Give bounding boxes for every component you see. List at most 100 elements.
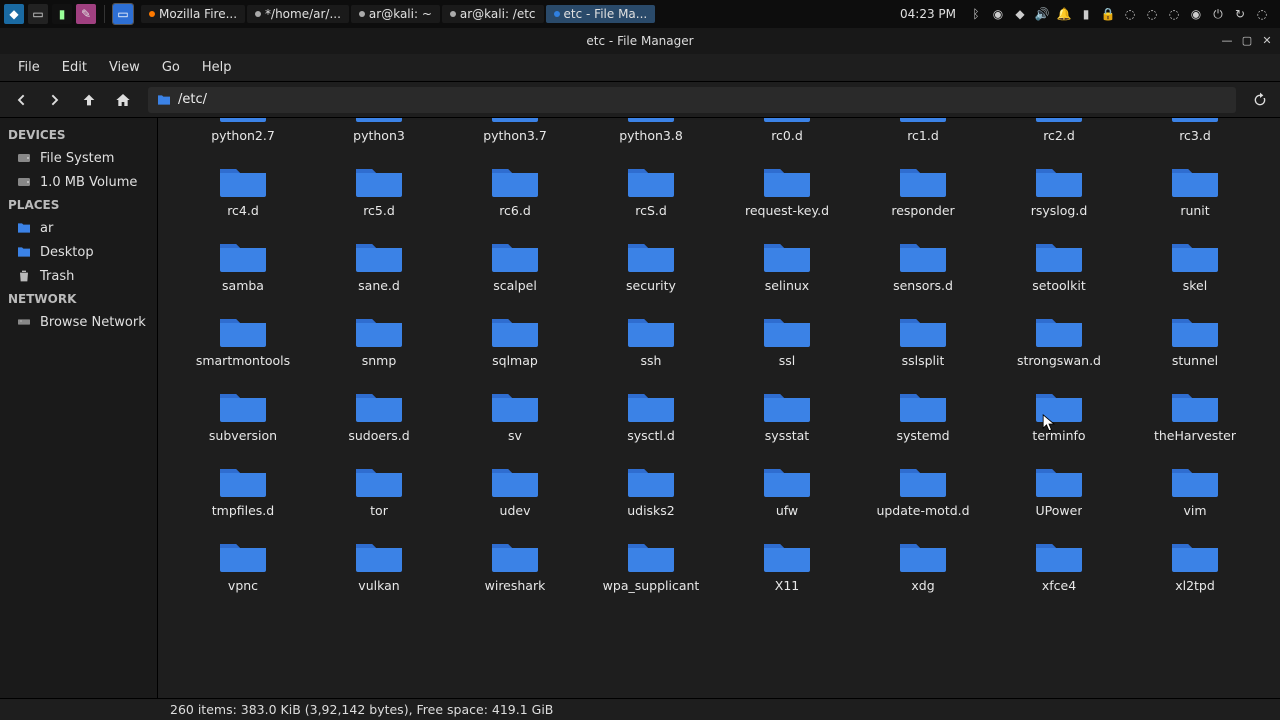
notification-icon[interactable]: 🔔 bbox=[1056, 6, 1072, 22]
terminal-launcher-icon[interactable]: ▮ bbox=[52, 4, 72, 24]
folder-X11[interactable]: X11 bbox=[722, 532, 852, 601]
taskbar-task[interactable]: */home/ar/... bbox=[247, 5, 349, 23]
folder-tor[interactable]: tor bbox=[314, 457, 444, 526]
tray-icon-1[interactable]: ◌ bbox=[1122, 6, 1138, 22]
folder-subversion[interactable]: subversion bbox=[178, 382, 308, 451]
folder-tmpfiles-d[interactable]: tmpfiles.d bbox=[178, 457, 308, 526]
taskbar-task[interactable]: etc - File Ma... bbox=[546, 5, 656, 23]
menu-file[interactable]: File bbox=[8, 56, 50, 79]
folder-xl2tpd[interactable]: xl2tpd bbox=[1130, 532, 1260, 601]
folder-ssl[interactable]: ssl bbox=[722, 307, 852, 376]
tray-icon-5[interactable]: ◌ bbox=[1254, 6, 1270, 22]
sidebar-item-ar[interactable]: ar bbox=[0, 216, 157, 240]
tray-icon-4[interactable]: ◉ bbox=[1188, 6, 1204, 22]
folder-rc0-d[interactable]: rc0.d bbox=[722, 118, 852, 151]
folder-skel[interactable]: skel bbox=[1130, 232, 1260, 301]
sidebar-item-browse-network[interactable]: Browse Network bbox=[0, 310, 157, 334]
home-button[interactable] bbox=[108, 86, 138, 114]
folder-rc3-d[interactable]: rc3.d bbox=[1130, 118, 1260, 151]
folder-sysctl-d[interactable]: sysctl.d bbox=[586, 382, 716, 451]
folder-python3[interactable]: python3 bbox=[314, 118, 444, 151]
kali-menu-icon[interactable]: ◆ bbox=[4, 4, 24, 24]
bluetooth-icon[interactable]: ᛒ bbox=[968, 6, 984, 22]
folder-xdg[interactable]: xdg bbox=[858, 532, 988, 601]
taskbar-task[interactable]: ar@kali: ~ bbox=[351, 5, 440, 23]
folder-strongswan-d[interactable]: strongswan.d bbox=[994, 307, 1124, 376]
reload-button[interactable] bbox=[1246, 86, 1274, 114]
volume-icon[interactable]: 🔊 bbox=[1034, 6, 1050, 22]
folder-udisks2[interactable]: udisks2 bbox=[586, 457, 716, 526]
menu-go[interactable]: Go bbox=[152, 56, 190, 79]
folder-sqlmap[interactable]: sqlmap bbox=[450, 307, 580, 376]
folder-responder[interactable]: responder bbox=[858, 157, 988, 226]
folder-sudoers-d[interactable]: sudoers.d bbox=[314, 382, 444, 451]
folder-UPower[interactable]: UPower bbox=[994, 457, 1124, 526]
tray-icon-3[interactable]: ◌ bbox=[1166, 6, 1182, 22]
folder-python3-8[interactable]: python3.8 bbox=[586, 118, 716, 151]
folder-xfce4[interactable]: xfce4 bbox=[994, 532, 1124, 601]
folder-rc4-d[interactable]: rc4.d bbox=[178, 157, 308, 226]
taskbar-clock[interactable]: 04:23 PM bbox=[894, 7, 962, 21]
folder-ufw[interactable]: ufw bbox=[722, 457, 852, 526]
editor-launcher-icon[interactable]: ✎ bbox=[76, 4, 96, 24]
menu-edit[interactable]: Edit bbox=[52, 56, 97, 79]
camera-icon[interactable]: ◉ bbox=[990, 6, 1006, 22]
folder-theHarvester[interactable]: theHarvester bbox=[1130, 382, 1260, 451]
folder-rc5-d[interactable]: rc5.d bbox=[314, 157, 444, 226]
folder-rc2-d[interactable]: rc2.d bbox=[994, 118, 1124, 151]
refresh-tray-icon[interactable]: ↻ bbox=[1232, 6, 1248, 22]
folder-sv[interactable]: sv bbox=[450, 382, 580, 451]
folder-scalpel[interactable]: scalpel bbox=[450, 232, 580, 301]
menu-help[interactable]: Help bbox=[192, 56, 242, 79]
folder-smartmontools[interactable]: smartmontools bbox=[178, 307, 308, 376]
folder-systemd[interactable]: systemd bbox=[858, 382, 988, 451]
folder-update-motd-d[interactable]: update-motd.d bbox=[858, 457, 988, 526]
folder-wireshark[interactable]: wireshark bbox=[450, 532, 580, 601]
folder-snmp[interactable]: snmp bbox=[314, 307, 444, 376]
folder-ssh[interactable]: ssh bbox=[586, 307, 716, 376]
folder-vim[interactable]: vim bbox=[1130, 457, 1260, 526]
folder-request-key-d[interactable]: request-key.d bbox=[722, 157, 852, 226]
close-button[interactable]: ✕ bbox=[1258, 32, 1276, 48]
content-pane[interactable]: python2.7python3python3.7python3.8rc0.dr… bbox=[158, 118, 1280, 698]
files-launcher-icon[interactable]: ▭ bbox=[28, 4, 48, 24]
minimize-button[interactable]: — bbox=[1218, 32, 1236, 48]
folder-sane-d[interactable]: sane.d bbox=[314, 232, 444, 301]
folder-samba[interactable]: samba bbox=[178, 232, 308, 301]
maximize-button[interactable]: ▢ bbox=[1238, 32, 1256, 48]
folder-security[interactable]: security bbox=[586, 232, 716, 301]
folder-selinux[interactable]: selinux bbox=[722, 232, 852, 301]
folder-rc1-d[interactable]: rc1.d bbox=[858, 118, 988, 151]
folder-runit[interactable]: runit bbox=[1130, 157, 1260, 226]
up-button[interactable] bbox=[74, 86, 104, 114]
window-titlebar[interactable]: etc - File Manager — ▢ ✕ bbox=[0, 28, 1280, 54]
location-icon[interactable]: ◆ bbox=[1012, 6, 1028, 22]
sidebar-item-1.0-mb-volume[interactable]: 1.0 MB Volume bbox=[0, 170, 157, 194]
folder-rcS-d[interactable]: rcS.d bbox=[586, 157, 716, 226]
menu-view[interactable]: View bbox=[99, 56, 150, 79]
back-button[interactable] bbox=[6, 86, 36, 114]
power-icon[interactable]: ⏻ bbox=[1210, 6, 1226, 22]
active-window-icon[interactable]: ▭ bbox=[113, 4, 133, 24]
folder-python3-7[interactable]: python3.7 bbox=[450, 118, 580, 151]
folder-rc6-d[interactable]: rc6.d bbox=[450, 157, 580, 226]
folder-stunnel[interactable]: stunnel bbox=[1130, 307, 1260, 376]
folder-vulkan[interactable]: vulkan bbox=[314, 532, 444, 601]
folder-setoolkit[interactable]: setoolkit bbox=[994, 232, 1124, 301]
forward-button[interactable] bbox=[40, 86, 70, 114]
folder-rsyslog-d[interactable]: rsyslog.d bbox=[994, 157, 1124, 226]
path-bar[interactable]: /etc/ bbox=[148, 87, 1236, 113]
taskbar-task[interactable]: ar@kali: /etc bbox=[442, 5, 544, 23]
battery-icon[interactable]: ▮ bbox=[1078, 6, 1094, 22]
folder-python2-7[interactable]: python2.7 bbox=[178, 118, 308, 151]
sidebar-item-desktop[interactable]: Desktop bbox=[0, 240, 157, 264]
folder-vpnc[interactable]: vpnc bbox=[178, 532, 308, 601]
folder-sysstat[interactable]: sysstat bbox=[722, 382, 852, 451]
folder-wpa_supplicant[interactable]: wpa_supplicant bbox=[586, 532, 716, 601]
folder-udev[interactable]: udev bbox=[450, 457, 580, 526]
tray-icon-2[interactable]: ◌ bbox=[1144, 6, 1160, 22]
sidebar-item-trash[interactable]: Trash bbox=[0, 264, 157, 288]
sidebar-item-file-system[interactable]: File System bbox=[0, 146, 157, 170]
taskbar-task[interactable]: Mozilla Fire... bbox=[141, 5, 245, 23]
folder-sslsplit[interactable]: sslsplit bbox=[858, 307, 988, 376]
